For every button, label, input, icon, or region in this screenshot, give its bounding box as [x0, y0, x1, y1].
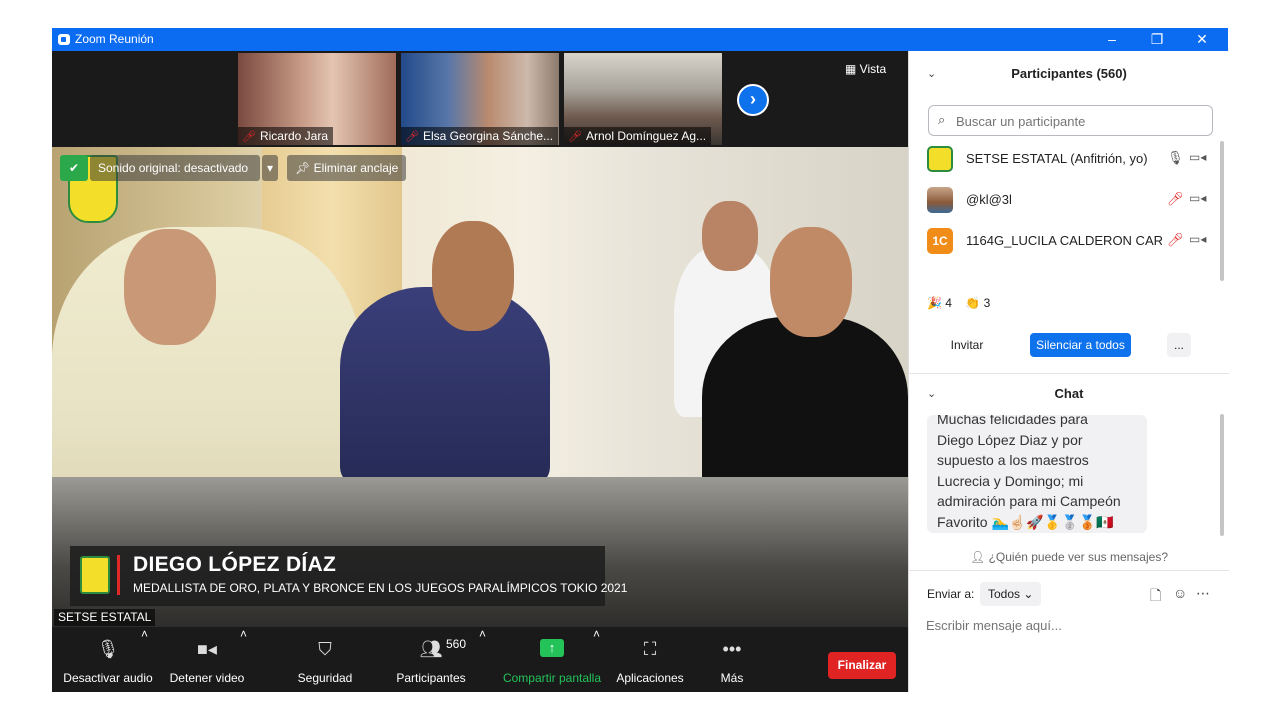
apps-icon: ⛶ — [643, 639, 657, 659]
mic-muted-icon: 🎤︎ — [568, 131, 582, 143]
chat-line: Favorito 🏊‍♂️☝🏻🚀🥇🥈🥉🇲🇽 — [937, 513, 1114, 530]
view-button[interactable]: ▦ Vista — [845, 62, 886, 76]
stop-video-button[interactable]: ■◂ Detener video — [164, 627, 250, 692]
more-button[interactable]: ••• Más — [712, 627, 752, 692]
search-input[interactable] — [956, 111, 1206, 131]
zoom-logo-icon — [58, 34, 70, 45]
mic-muted-icon: 🎤︎ — [242, 131, 256, 143]
chevron-down-icon: ⌄ — [1023, 587, 1034, 601]
chat-line: Diego López Diaz y por — [937, 431, 1083, 448]
share-screen-icon: ↑ — [540, 639, 564, 657]
gallery-strip: 🎤︎ Ricardo Jara 🎤︎ Elsa Georgina Sánche...… — [52, 51, 908, 147]
mic-muted-icon[interactable]: 🎤︎ — [1167, 232, 1184, 248]
participant-tile[interactable]: 🎤︎ Elsa Georgina Sánche... — [401, 53, 559, 145]
caption-subtitle: MEDALLISTA DE ORO, PLATA Y BRONCE EN LOS… — [133, 581, 628, 595]
share-options-caret[interactable]: ˄ — [593, 627, 600, 692]
chat-line: supuesto a los maestros — [937, 452, 1089, 468]
party-popper-icon: 🎉 — [927, 296, 942, 310]
grid-icon: ▦ — [845, 62, 860, 76]
send-to-label: Enviar a: — [927, 587, 975, 601]
chevron-down-icon[interactable]: ▾ — [262, 155, 278, 181]
next-page-button[interactable]: › — [737, 84, 769, 116]
avatar: 1C — [927, 228, 953, 254]
title-bar: Zoom Reunión – ❐ ✕ — [52, 28, 1228, 51]
original-sound-toggle[interactable]: Sonido original: desactivado — [90, 155, 260, 181]
unpin-button[interactable]: 📌︎ Eliminar anclaje — [287, 155, 407, 181]
participant-tile[interactable]: 🎤︎ Arnol Domínguez Ag... — [564, 53, 722, 145]
apps-button[interactable]: ⛶ Aplicaciones — [614, 627, 686, 692]
participant-row[interactable]: 1C 1164G_LUCILA CALDERON CAR... 🎤︎ ▭◂ — [927, 226, 1217, 254]
audio-options-caret[interactable]: ˄ — [141, 627, 148, 692]
meeting-toolbar: 🎙︎ Desactivar audio ˄ ■◂ Detener video ˄… — [52, 627, 908, 692]
participants-button[interactable]: 👥︎ 560 Participantes — [392, 627, 470, 692]
avatar — [927, 146, 953, 172]
reactions-summary: 🎉 4 👏 3 — [927, 296, 991, 310]
invite-button[interactable]: Invitar — [942, 333, 992, 357]
zoom-window: Zoom Reunión – ❐ ✕ 🎤︎ Ricardo Jara 🎤︎ Elsa… — [52, 28, 1229, 692]
search-icon: ⌕ — [938, 112, 946, 127]
person-head — [432, 221, 514, 331]
pin-icon: 📌︎ — [295, 161, 314, 175]
window-title: Zoom Reunión — [75, 32, 154, 46]
clapping-hands-icon: 👏 — [965, 296, 981, 310]
caption-name: DIEGO LÓPEZ DÍAZ — [133, 553, 337, 576]
participant-row[interactable]: SETSE ESTATAL (Anfitrión, yo) 🎙︎ ▭◂ — [927, 144, 1217, 172]
person-head — [124, 229, 216, 345]
minimize-button[interactable]: – — [1089, 28, 1135, 51]
chevron-right-icon: › — [750, 89, 756, 109]
participant-tile[interactable]: 🎤︎ Ricardo Jara — [238, 53, 396, 145]
send-to-dropdown[interactable]: Todos ⌄ — [980, 582, 1042, 606]
video-options-caret[interactable]: ˄ — [240, 627, 247, 692]
participant-row[interactable]: @kl@3l 🎤︎ ▭◂ — [927, 185, 1217, 213]
share-screen-button[interactable]: ↑ Compartir pantalla — [498, 627, 606, 692]
tile-name: Ricardo Jara — [259, 129, 328, 143]
microphone-icon[interactable]: 🎙︎ — [1167, 150, 1184, 166]
participants-title: Participantes (560) — [1011, 66, 1127, 81]
who-can-see-link[interactable]: 👤︎ ¿Quién puede ver sus mensajes? — [909, 550, 1229, 564]
caption-lower-third: DIEGO LÓPEZ DÍAZ MEDALLISTA DE ORO, PLAT… — [70, 546, 627, 606]
avatar — [927, 187, 953, 213]
person-head — [770, 227, 852, 337]
shield-icon: ✔ — [60, 155, 88, 181]
tile-name: Elsa Georgina Sánche... — [422, 129, 554, 143]
chat-line: admiración para mi Campeón — [937, 493, 1121, 509]
participants-count: 560 — [446, 637, 467, 651]
speaker-name-label: SETSE ESTATAL — [54, 609, 156, 626]
participants-scrollbar[interactable] — [1220, 141, 1224, 281]
chat-title: Chat — [1054, 386, 1084, 401]
close-button[interactable]: ✕ — [1179, 28, 1225, 51]
security-button[interactable]: ⛉ Seguridad — [288, 627, 362, 692]
shield-icon: ⛉ — [318, 639, 332, 659]
camera-icon: ■◂ — [197, 639, 217, 659]
restore-button[interactable]: ❐ — [1134, 28, 1180, 51]
mic-muted-icon[interactable]: 🎤︎ — [1167, 191, 1184, 207]
camera-icon[interactable]: ▭◂ — [1189, 232, 1206, 246]
camera-icon[interactable]: ▭◂ — [1189, 150, 1206, 164]
more-options-button[interactable]: ... — [1167, 333, 1191, 357]
more-dots-icon[interactable]: ⋯ — [1196, 585, 1210, 602]
video-area: 🎤︎ Ricardo Jara 🎤︎ Elsa Georgina Sánche...… — [52, 51, 908, 692]
emoji-icon[interactable]: ☺ — [1173, 585, 1187, 601]
side-panel: ⌄ Participantes (560) ⌕ SETSE ESTATAL (A… — [908, 51, 1229, 692]
camera-icon[interactable]: ▭◂ — [1189, 191, 1206, 205]
search-participant-field[interactable]: ⌕ — [928, 105, 1213, 136]
chat-line: Lucrecia y Domingo; mi — [937, 472, 1084, 489]
person-icon: 👤︎ — [969, 550, 989, 564]
mute-all-button[interactable]: Silenciar a todos — [1030, 333, 1131, 357]
end-meeting-button[interactable]: Finalizar — [828, 652, 896, 679]
participants-options-caret[interactable]: ˄ — [479, 627, 486, 692]
person-head — [702, 201, 758, 271]
setse-logo — [80, 556, 110, 594]
chat-scrollbar[interactable] — [1220, 414, 1224, 536]
tile-name: Arnol Domínguez Ag... — [585, 129, 707, 143]
chat-line: Muchas felicidades para — [937, 415, 1088, 427]
chat-message-input[interactable] — [926, 614, 1211, 636]
file-icon[interactable]: 🗋 — [1150, 585, 1161, 609]
mic-muted-icon: 🎤︎ — [405, 131, 419, 143]
main-speaker-video: ✔ Sonido original: desactivado ▾ 📌︎ Elim… — [52, 147, 908, 627]
chat-message: Muchas felicidades para Diego López Diaz… — [927, 415, 1147, 533]
more-dots-icon: ••• — [722, 639, 742, 659]
